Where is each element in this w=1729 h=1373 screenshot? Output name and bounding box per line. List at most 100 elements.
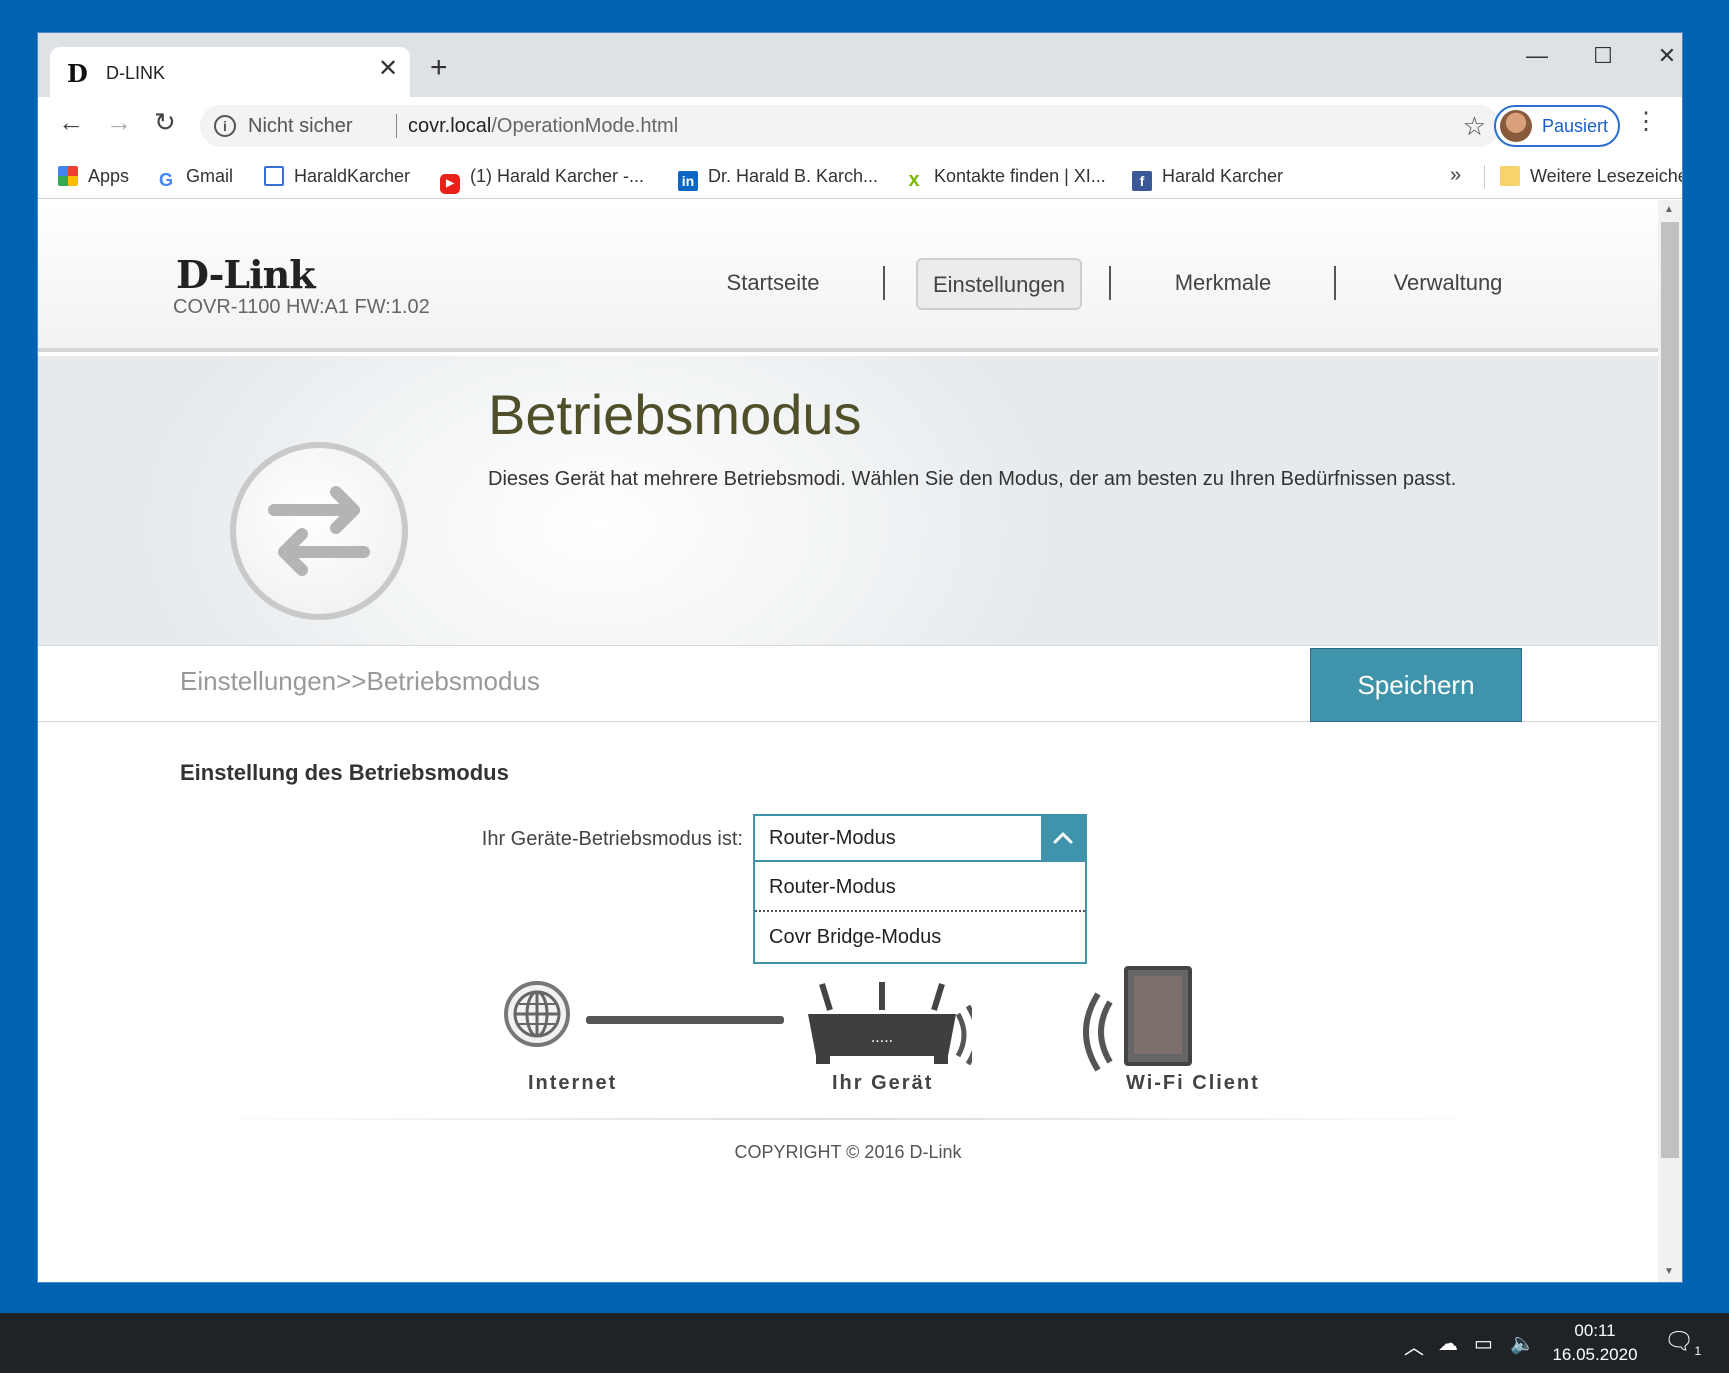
clock-time: 00:11 [1574,1321,1616,1340]
globe-icon [504,981,570,1047]
browser-titlebar: D D-LINK ✕ + — ☐ ✕ [38,33,1682,97]
swap-arrows-icon [230,442,408,620]
bookmark-facebook[interactable]: f Harald Karcher [1132,166,1283,191]
bookmark-gmail[interactable]: G Gmail [156,166,233,190]
mode-label: Ihr Geräte-Betriebsmodus ist: [481,828,743,850]
tab-dlink[interactable]: D D-LINK ✕ [50,47,410,97]
nav-einstellungen[interactable]: Einstellungen [916,258,1082,310]
bookmark-label: Harald Karcher [1162,166,1284,186]
breadcrumb-bar: Einstellungen>>Betriebsmodus Speichern [38,646,1658,722]
forward-arrow-icon[interactable]: → [106,109,132,135]
profile-button[interactable]: Pausiert [1494,105,1620,147]
bookmark-label: Gmail [186,166,234,186]
bookmark-label: Dr. Harald B. Karch... [708,166,879,186]
bookmark-label: Kontakte finden | XI... [934,166,1106,186]
svg-text:·····: ····· [871,1034,893,1050]
copyright-text: COPYRIGHT © 2016 D-Link [734,1142,962,1162]
browser-menu-icon[interactable]: ⋮ [1634,107,1658,136]
xing-icon: x [904,170,924,190]
minimize-icon[interactable]: — [1512,43,1562,69]
page-viewport: D-Link COVR-1100 HW:A1 FW:1.02 Startseit… [38,200,1658,1282]
network-icon[interactable]: ▭ [1474,1331,1493,1356]
device-label: Ihr Gerät [832,1072,934,1094]
avatar [1500,110,1532,142]
onedrive-cloud-icon[interactable]: ☁ [1438,1331,1458,1356]
wifi-client-label: Wi-Fi Client [1126,1072,1260,1094]
bookmark-xing[interactable]: x Kontakte finden | XI... [904,166,1106,190]
section-title: Einstellung des Betriebsmodus [180,760,509,785]
omnibox-separator [396,114,397,138]
back-arrow-icon[interactable]: ← [58,109,84,135]
nav-merkmale[interactable]: Merkmale [1128,258,1318,310]
hero-banner: Betriebsmodus Dieses Gerät hat mehrere B… [38,356,1658,646]
scroll-thumb[interactable] [1661,222,1679,1158]
more-bookmarks-chevron-icon[interactable]: » [1450,164,1461,187]
bookmark-youtube[interactable]: ▶ (1) Harald Karcher -... [440,166,644,194]
bookmark-other[interactable]: Weitere Lesezeichen [1500,166,1682,187]
dlink-header: D-Link COVR-1100 HW:A1 FW:1.02 Startseit… [38,200,1658,352]
bookmark-linkedin[interactable]: in Dr. Harald B. Karch... [678,166,878,191]
address-bar[interactable]: i Nicht sicher covr.local/OperationMode.… [200,105,1500,147]
volume-icon[interactable]: 🔈 [1510,1331,1535,1356]
mode-option-bridge[interactable]: Covr Bridge-Modus [755,912,1085,962]
nav-startseite[interactable]: Startseite [678,258,868,310]
clock-date: 16.05.2020 [1552,1345,1638,1364]
browser-window: D D-LINK ✕ + — ☐ ✕ ← → ↻ i Nicht sicher … [38,33,1682,1282]
bookmark-label: Apps [88,166,130,186]
windows-taskbar: ︿ ☁ ▭ 🔈 00:11 16.05.2020 🗨1 [0,1313,1729,1373]
chevron-up-graphic [1053,832,1073,844]
maximize-icon[interactable]: ☐ [1578,43,1628,69]
bookmark-star-icon[interactable]: ☆ [1463,111,1486,142]
scroll-up-arrow-icon[interactable]: ▲ [1664,204,1674,215]
window-close-icon[interactable]: ✕ [1642,43,1682,69]
nav-verwaltung[interactable]: Verwaltung [1353,258,1543,310]
save-button[interactable]: Speichern [1310,648,1522,722]
connection-line [586,1016,784,1024]
notification-count: 1 [1694,1343,1702,1358]
url-text[interactable]: covr.local/OperationMode.html [408,115,678,138]
mode-select[interactable]: Router-Modus [753,814,1087,862]
tab-close-icon[interactable]: ✕ [378,57,398,81]
new-tab-plus-icon[interactable]: + [430,53,448,83]
breadcrumb: Einstellungen>>Betriebsmodus [180,666,540,696]
browser-toolbar: ← → ↻ i Nicht sicher covr.local/Operatio… [38,97,1682,155]
router-icon: ····· [808,982,972,1066]
page-title: Betriebsmodus [488,383,862,446]
taskbar-clock[interactable]: 00:11 16.05.2020 [1540,1319,1650,1367]
wifi-signal-icon [1083,992,1113,1072]
nav-divider [1334,266,1336,300]
bookmarks-bar: Apps G Gmail HaraldKarcher ▶ (1) Harald Ka… [38,155,1682,199]
footer-divider [198,1118,1498,1120]
mode-option-router[interactable]: Router-Modus [755,862,1085,912]
device-model: COVR-1100 HW:A1 FW:1.02 [173,296,430,318]
facebook-icon: f [1132,171,1152,191]
bookmark-haraldkarcher[interactable]: HaraldKarcher [264,166,410,187]
nav-divider [883,266,885,300]
apps-grid-icon [58,166,78,186]
info-icon[interactable]: i [214,115,236,137]
bookmark-label: Weitere Lesezeichen [1530,166,1682,186]
vertical-scrollbar[interactable]: ▲ ▼ [1658,200,1682,1282]
nav-divider [1109,266,1111,300]
linkedin-icon: in [678,171,698,191]
tab-title: D-LINK [106,63,166,83]
dlink-logo: D-Link [176,252,316,297]
tablet-screen [1134,976,1182,1054]
not-secure-label: Nicht sicher [248,115,353,137]
bookmark-label: HaraldKarcher [294,166,411,186]
mode-dropdown-list: Router-Modus Covr Bridge-Modus [753,862,1087,964]
tray-chevron-up-icon[interactable]: ︿ [1404,1331,1424,1360]
chevron-up-icon[interactable] [1041,816,1085,860]
url-path: /OperationMode.html [491,115,679,137]
scroll-down-arrow-icon[interactable]: ▼ [1664,1266,1674,1277]
notification-center-icon[interactable]: 🗨1 [1664,1327,1701,1358]
mode-select-value: Router-Modus [769,827,896,849]
tablet-icon [1124,966,1192,1066]
reload-icon[interactable]: ↻ [154,109,176,135]
url-host: covr.local [408,115,492,137]
profile-label: Pausiert [1542,116,1609,136]
bookmark-label: (1) Harald Karcher -... [470,166,645,186]
bookmark-apps[interactable]: Apps [58,166,129,187]
folder-icon [1500,166,1520,186]
swap-arrows-graphic [268,486,370,576]
